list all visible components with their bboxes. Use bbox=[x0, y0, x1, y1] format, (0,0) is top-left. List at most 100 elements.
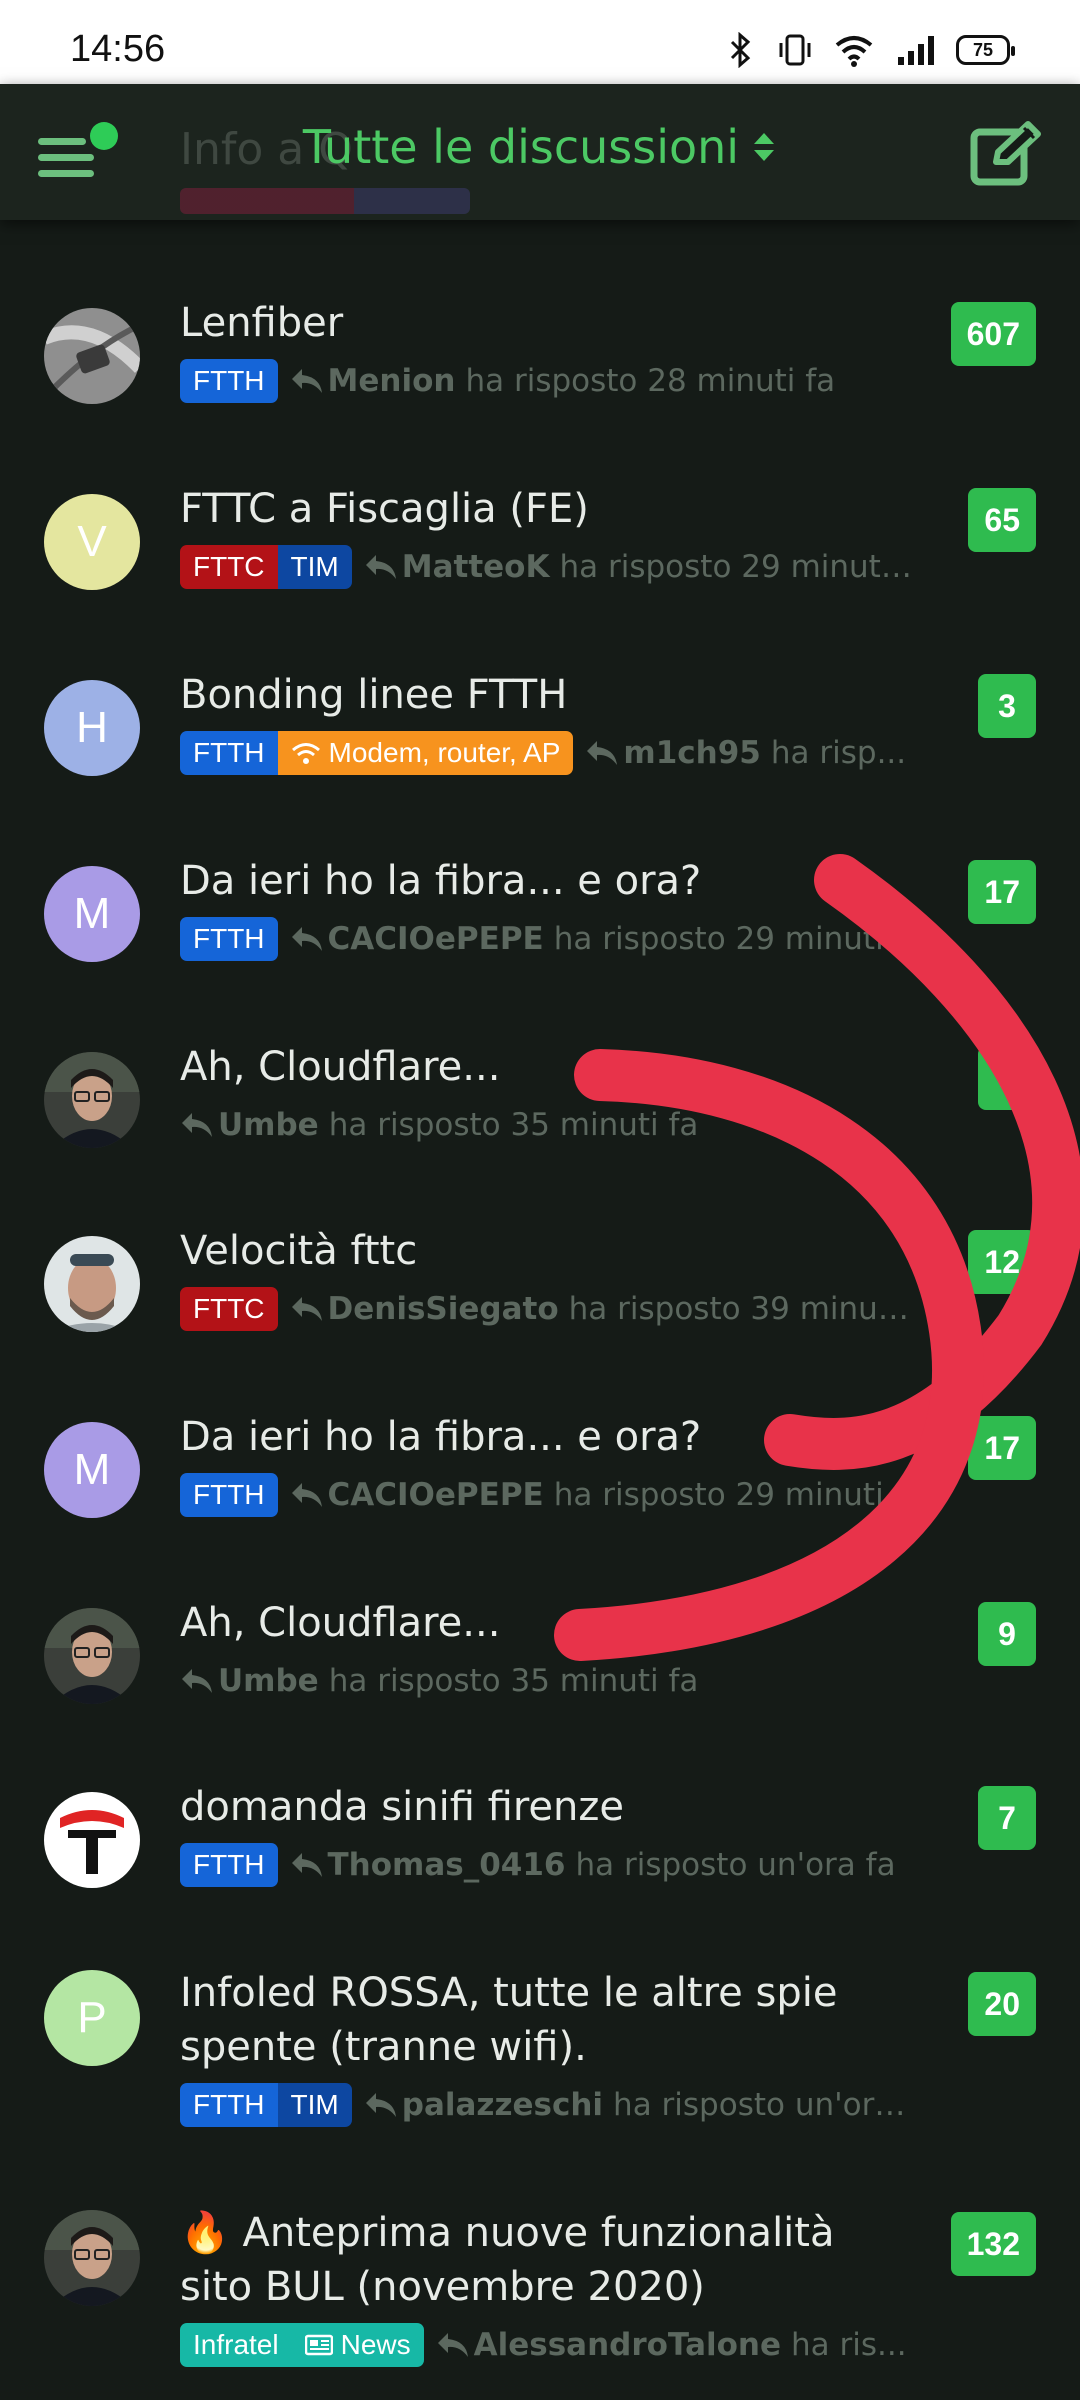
avatar-letter[interactable]: H bbox=[44, 680, 140, 776]
last-reply-time: ha risposto 28 minuti fa bbox=[465, 363, 836, 399]
tag[interactable]: FTTH bbox=[180, 2083, 278, 2127]
tag-group: FTTH bbox=[180, 1473, 278, 1517]
thread-row[interactable]: P Infoled ROSSA, tutte le altre spie spen… bbox=[0, 1970, 1080, 2200]
tag-label: FTTH bbox=[193, 2089, 265, 2120]
reply-icon bbox=[291, 1853, 322, 1877]
tag-group: FTTC TIM bbox=[180, 545, 352, 589]
thread-meta: FTTH CACIOePEPE ha risposto 29 minuti fa bbox=[180, 916, 920, 962]
battery-indicator: 75 bbox=[956, 35, 1015, 65]
tag[interactable]: Modem, router, AP bbox=[277, 731, 574, 775]
last-reply-user[interactable]: Menion bbox=[328, 363, 456, 399]
last-reply-user[interactable]: Thomas_0416 bbox=[328, 1847, 566, 1883]
thread-row[interactable]: M Da ieri ho la fibra... e ora? FTTH CACIOe… bbox=[0, 1414, 1080, 1600]
last-reply-user[interactable]: CACIOePEPE bbox=[328, 921, 544, 957]
thread-meta: FTTH TIM palazzeschi ha risposto un'ora fa bbox=[180, 2082, 920, 2128]
thread-meta: FTTH Modem, router, AP m1ch95 ha risp... bbox=[180, 730, 920, 776]
signal-icon bbox=[898, 36, 934, 65]
avatar-initial: M bbox=[73, 889, 111, 938]
last-reply-user[interactable]: m1ch95 bbox=[623, 735, 760, 771]
compose-icon[interactable] bbox=[970, 120, 1044, 186]
thread-row[interactable]: 🔥 Anteprima nuove funzionalità sito BUL … bbox=[0, 2210, 1080, 2400]
last-reply-user[interactable]: AlessandroTalone bbox=[474, 2327, 781, 2363]
thread-title[interactable]: Bonding linee FTTH bbox=[180, 668, 910, 722]
thread-title[interactable]: Lenfiber bbox=[180, 296, 910, 350]
tag[interactable]: FTTH bbox=[180, 917, 278, 961]
thread-title[interactable]: FTTC a Fiscaglia (FE) bbox=[180, 482, 910, 536]
tag[interactable]: News bbox=[291, 2323, 424, 2367]
tag-group: FTTH bbox=[180, 917, 278, 961]
thread-row[interactable]: V FTTC a Fiscaglia (FE) FTTC TIM MatteoK ha r… bbox=[0, 486, 1080, 672]
tag[interactable]: FTTC bbox=[180, 545, 278, 589]
reply-count-badge: 65 bbox=[968, 488, 1036, 552]
tag-label: Modem, router, AP bbox=[328, 737, 561, 768]
avatar-man-sunglasses-photo[interactable] bbox=[44, 1236, 140, 1332]
last-reply-user[interactable]: CACIOePEPE bbox=[328, 1477, 544, 1513]
last-reply-user[interactable]: Umbe bbox=[218, 1107, 319, 1143]
thread-meta: FTTH Thomas_0416 ha risposto un'ora fa bbox=[180, 1842, 920, 1888]
thread-row[interactable]: Ah, Cloudflare... Umbe ha risposto 35 minu… bbox=[0, 1044, 1080, 1230]
last-reply-time: ha risposto un'ora fa bbox=[613, 2087, 920, 2123]
thread-title[interactable]: Da ieri ho la fibra... e ora? bbox=[180, 1410, 910, 1464]
tag[interactable]: FTTH bbox=[180, 359, 278, 403]
tag[interactable]: FTTH bbox=[180, 1843, 278, 1887]
tag[interactable]: FTTH bbox=[180, 731, 278, 775]
thread-title[interactable]: Ah, Cloudflare... bbox=[180, 1596, 910, 1650]
avatar-man-glasses-photo[interactable] bbox=[44, 1608, 140, 1704]
last-reply-user[interactable]: Umbe bbox=[218, 1663, 319, 1699]
thread-title[interactable]: Ah, Cloudflare... bbox=[180, 1040, 910, 1094]
avatar-keychain-photo[interactable] bbox=[44, 308, 140, 404]
avatar-letter[interactable]: M bbox=[44, 866, 140, 962]
avatar-t-logo[interactable] bbox=[44, 1792, 140, 1888]
reply-icon bbox=[182, 1113, 212, 1137]
thread-row[interactable]: Lenfiber FTTH Menion ha risposto 28 minuti … bbox=[0, 300, 1080, 486]
tag-label: FTTC bbox=[193, 1293, 265, 1324]
tag[interactable]: TIM bbox=[277, 2083, 352, 2127]
last-reply-user[interactable]: MatteoK bbox=[402, 549, 550, 585]
thread-title[interactable]: Da ieri ho la fibra... e ora? bbox=[180, 854, 910, 908]
thread-row[interactable]: Velocità fttc FTTC DenisSiegato ha risposto… bbox=[0, 1228, 1080, 1414]
avatar-man-glasses-photo[interactable] bbox=[44, 1052, 140, 1148]
avatar-letter[interactable]: M bbox=[44, 1422, 140, 1518]
thread-meta: FTTC TIM MatteoK ha risposto 29 minuti fa bbox=[180, 544, 920, 590]
last-reply-time: ha risposto 29 minuti fa bbox=[553, 1477, 920, 1513]
avatar-letter[interactable]: P bbox=[44, 1970, 140, 2066]
thread-row[interactable]: Ah, Cloudflare... Umbe ha risposto 35 minu… bbox=[0, 1600, 1080, 1786]
thread-row[interactable]: M Da ieri ho la fibra... e ora? FTTH CACIOe… bbox=[0, 858, 1080, 1044]
last-reply-time: ha risposto 39 minuti fa bbox=[568, 1291, 920, 1327]
reply-count-badge: 17 bbox=[968, 1416, 1036, 1480]
tag[interactable]: FTTC bbox=[180, 1287, 278, 1331]
thread-title[interactable]: domanda sinifi firenze bbox=[180, 1780, 910, 1834]
avatar-letter[interactable]: V bbox=[44, 494, 140, 590]
thread-meta: FTTC DenisSiegato ha risposto 39 minuti fa bbox=[180, 1286, 920, 1332]
tag[interactable]: TIM bbox=[277, 545, 352, 589]
discussion-filter-dropdown[interactable]: Tutte le discussioni bbox=[0, 120, 1080, 174]
thread-title[interactable]: Velocità fttc bbox=[180, 1224, 910, 1278]
tag-group: FTTH bbox=[180, 1843, 278, 1887]
reply-count-badge: 3 bbox=[978, 674, 1036, 738]
app-header: Info a Q Tutte le discussioni bbox=[0, 84, 1080, 220]
reply-icon bbox=[291, 369, 322, 393]
reply-icon bbox=[182, 1669, 212, 1693]
tag-label: Infratel bbox=[193, 2329, 279, 2360]
tag[interactable]: Infratel bbox=[180, 2323, 292, 2367]
status-icons: 75 bbox=[726, 30, 1015, 70]
thread-row[interactable]: H Bonding linee FTTH FTTH Modem, router, AP… bbox=[0, 672, 1080, 858]
tag-group: Infratel News bbox=[180, 2323, 424, 2367]
thread-meta: FTTH Menion ha risposto 28 minuti fa bbox=[180, 358, 920, 404]
tag[interactable]: FTTH bbox=[180, 1473, 278, 1517]
tag-label: FTTH bbox=[193, 365, 265, 396]
tag-group: FTTH TIM bbox=[180, 2083, 352, 2127]
last-reply-user[interactable]: DenisSiegato bbox=[328, 1291, 559, 1327]
thread-row[interactable]: domanda sinifi firenze FTTH Thomas_0416 ha … bbox=[0, 1784, 1080, 1970]
tag-label: FTTH bbox=[193, 1479, 265, 1510]
reply-count-badge: 20 bbox=[968, 1972, 1036, 2036]
thread-title[interactable]: Infoled ROSSA, tutte le altre spie spent… bbox=[180, 1966, 910, 2074]
avatar-initial: P bbox=[77, 1993, 107, 2042]
reply-count-badge: 9 bbox=[978, 1602, 1036, 1666]
reply-count-badge: 12 bbox=[968, 1230, 1036, 1294]
reply-icon bbox=[291, 927, 322, 951]
thread-title[interactable]: 🔥 Anteprima nuove funzionalità sito BUL … bbox=[180, 2206, 910, 2314]
avatar-man-glasses-photo[interactable] bbox=[44, 2210, 140, 2306]
last-reply-user[interactable]: palazzeschi bbox=[402, 2087, 603, 2123]
newspaper-icon bbox=[304, 2334, 333, 2356]
